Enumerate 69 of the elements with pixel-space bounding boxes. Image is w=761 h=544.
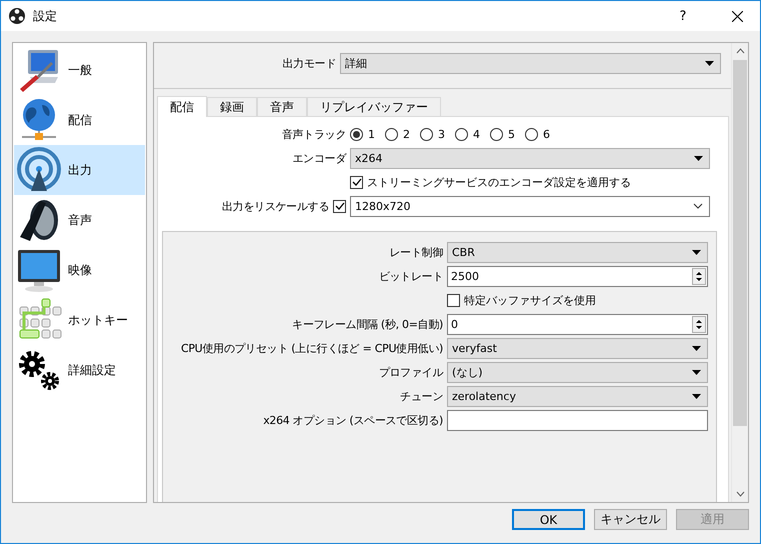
field-label: エンコーダ (291, 150, 346, 166)
dropdown[interactable]: 詳細 (340, 53, 721, 74)
radio-label: 4 (473, 128, 480, 140)
tab[interactable]: 音声 (257, 97, 307, 116)
caret-icon (692, 394, 701, 398)
field-label: CPU使用のプリセット (上に行くほど = CPU使用低い) (180, 340, 443, 356)
number-field[interactable]: 2500 (447, 266, 708, 286)
sidebar-item[interactable]: 詳細設定 (14, 345, 145, 395)
checkbox[interactable] (447, 294, 460, 306)
radio-label: 6 (543, 128, 550, 140)
sidebar-item[interactable]: 音声 (14, 195, 145, 245)
caret-icon (692, 346, 701, 350)
monitor-icon (16, 247, 62, 293)
chevron-icon (693, 203, 703, 209)
sidebar-item[interactable]: 配信 (14, 95, 145, 145)
field-label: レート制御 (388, 244, 443, 260)
checkbox-label: 特定バッファサイズを使用 (464, 292, 596, 308)
field-label: ビットレート (378, 268, 443, 284)
help-button[interactable]: ? (660, 1, 706, 31)
sidebar-item[interactable]: 一般 (14, 45, 145, 95)
radio-label: 2 (403, 128, 410, 140)
radio-button[interactable] (350, 128, 363, 140)
number-field[interactable]: 0 (447, 314, 708, 334)
tab[interactable]: 録画 (207, 97, 257, 116)
checkbox[interactable] (350, 176, 363, 188)
radio-button[interactable] (490, 128, 503, 140)
field-label: チューン (399, 388, 443, 404)
caret-icon (705, 61, 714, 66)
scrollbar[interactable] (731, 43, 748, 502)
caret-icon (692, 370, 701, 374)
field-label: 音声トラック (280, 126, 346, 142)
check-icon (352, 178, 362, 186)
dialog-button[interactable]: キャンセル (594, 509, 667, 530)
dropdown[interactable]: CBR (447, 242, 708, 262)
radio-button[interactable] (385, 128, 398, 140)
input-field[interactable] (447, 410, 708, 430)
field-label: 出力をリスケールする (222, 198, 329, 214)
caret-icon (694, 156, 703, 160)
spinner-arrows-icon[interactable] (692, 316, 706, 332)
radio-label: 1 (368, 128, 375, 140)
sidebar-item[interactable]: 出力 (14, 145, 145, 195)
close-icon (732, 10, 742, 22)
checkbox[interactable] (333, 200, 346, 212)
caret-icon (692, 250, 701, 254)
antenna-signal-icon (16, 147, 62, 193)
field-label: 出力モード (281, 56, 336, 71)
spinner-arrows-icon[interactable] (692, 268, 706, 284)
check-icon (334, 202, 344, 210)
radio-button[interactable] (455, 128, 468, 140)
sidebar-item[interactable]: 映像 (14, 245, 145, 295)
field-label: キーフレーム間隔 (秒, 0=自動) (291, 316, 443, 332)
radio-button[interactable] (525, 128, 538, 140)
radio-label: 5 (508, 128, 515, 140)
combo-field[interactable]: 1280x720 (350, 196, 710, 216)
dropdown[interactable]: x264 (350, 148, 710, 168)
dropdown[interactable]: zerolatency (447, 386, 708, 406)
dialog-button[interactable]: OK (512, 509, 585, 530)
app-logo-icon (9, 8, 25, 24)
window-title: 設定 (33, 8, 58, 24)
radio-button[interactable] (420, 128, 433, 140)
dropdown[interactable]: (なし) (447, 362, 708, 382)
field-label: プロファイル (378, 364, 443, 380)
tab[interactable]: 配信 (157, 96, 207, 117)
dropdown[interactable]: veryfast (447, 338, 708, 358)
checkbox-label: ストリーミングサービスのエンコーダ設定を適用する (367, 174, 631, 190)
field-label: x264 オプション (スペースで区切る) (262, 412, 443, 428)
radio-label: 3 (438, 128, 445, 140)
tab[interactable]: リプレイバッファー (307, 97, 441, 116)
sidebar-item[interactable]: ホットキー (14, 295, 145, 345)
